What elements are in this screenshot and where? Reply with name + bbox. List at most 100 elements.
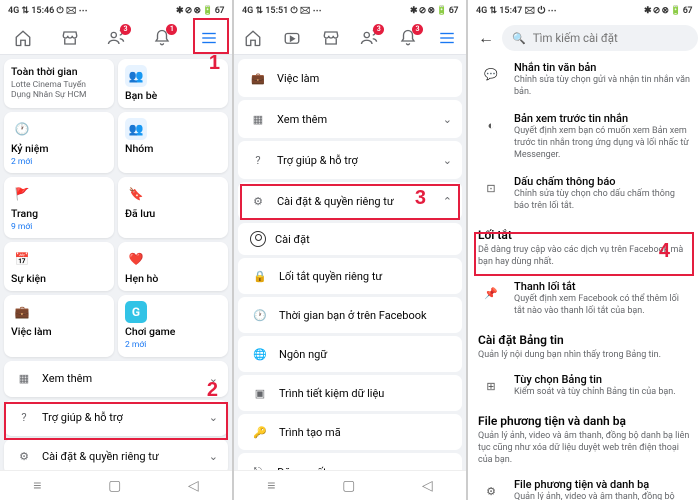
top-tabs: 3 1: [0, 22, 232, 55]
help-icon: ?: [248, 150, 268, 170]
card-jobs[interactable]: 💼 Việc làm: [4, 295, 114, 356]
status-right: ✱ ⊘ ⊗ 🔋 67: [644, 6, 692, 16]
key-icon: 🔑: [250, 422, 270, 442]
card-memories[interactable]: 🕐 Kỷ niệm 2 mới: [4, 112, 114, 173]
sub-privacy-shortcut[interactable]: 🔒 Lối tắt quyền riêng tư: [238, 258, 462, 294]
screen-2: 4G ⇅ 15:51 ⏻ 🖂 ⋯ ✱ ⊘ ⊗ 🔋 67 3 3 💼 Việc l…: [234, 0, 466, 500]
chevron-down-icon: ⌄: [443, 154, 452, 167]
screen-1: 4G ⇅ 15:46 ⏻ 🖂 ⋯ ✱ ⊘ ⊗ 🔋 67 3 1 1 Toàn t…: [0, 0, 232, 500]
jobs-icon: 💼: [248, 68, 268, 88]
setting-shortcut-bar[interactable]: 📌 Thanh lối tắt Quyết định xem Facebook …: [468, 273, 700, 324]
nav-menu-icon[interactable]: ≡: [267, 477, 275, 494]
bottom-nav: ≡ ▢ ◁: [234, 470, 466, 500]
nav-back-icon[interactable]: ◁: [422, 478, 433, 494]
globe-icon: 🌐: [250, 344, 270, 364]
notifications-tab[interactable]: 1: [151, 27, 173, 49]
sub-code-generator[interactable]: 🔑 Trình tạo mã: [238, 414, 462, 450]
logout-icon: ⎋: [248, 462, 268, 470]
chevron-down-icon: ⌄: [209, 411, 218, 424]
events-icon: 📅: [11, 248, 33, 270]
home-tab[interactable]: [242, 27, 264, 49]
row-help[interactable]: ? Trợ giúp & hỗ trợ ⌄: [238, 141, 462, 179]
marketplace-tab[interactable]: [59, 27, 81, 49]
setting-media-contacts[interactable]: ⚙ File phương tiện và danh bạ Quản lý ản…: [468, 471, 700, 500]
home-tab[interactable]: [12, 27, 34, 49]
nav-square-icon[interactable]: ▢: [342, 478, 355, 494]
notifications-tab[interactable]: 3: [397, 27, 419, 49]
card-saved[interactable]: 🔖 Đã lưu: [118, 177, 228, 238]
data-icon: ▣: [250, 383, 270, 403]
user-circle-icon: [250, 231, 266, 247]
search-icon: 🔍: [512, 32, 526, 45]
setting-msg-preview[interactable]: ◐ Bản xem trước tin nhắn Quyết định xem …: [468, 105, 700, 168]
card-job-detail[interactable]: Toàn thời gian Lotte Cinema Tuyển Dụng N…: [4, 59, 114, 108]
section-media-sub: Quản lý ảnh, video và âm thanh, đồng bộ …: [468, 431, 700, 471]
status-left: 4G ⇅ 15:51 ⏻ 🖂 ⋯: [242, 3, 322, 19]
friends-badge: 3: [120, 24, 131, 35]
status-bar: 4G ⇅ 15:46 ⏻ 🖂 ⋯ ✱ ⊘ ⊗ 🔋 67: [0, 0, 232, 22]
sub-language[interactable]: 🌐 Ngôn ngữ: [238, 336, 462, 372]
settings-content: 💬 Nhắn tin văn bản Chỉnh sửa tùy chọn gử…: [468, 54, 700, 500]
search-bar[interactable]: 🔍: [502, 25, 698, 51]
feed-icon: ⊞: [478, 373, 504, 399]
row-logout[interactable]: ⎋ Đăng xuất: [238, 453, 462, 470]
groups-icon: 👥: [125, 118, 147, 140]
friends-icon: 👥: [125, 65, 147, 87]
status-right: ✱ ⊘ ⊗ 🔋 67: [410, 6, 458, 16]
bell-badge: 3: [412, 24, 423, 35]
screen-3: 4G ⇅ 15:47 🖂 ⏻ ⋯ ✱ ⊘ ⊗ 🔋 67 ← 🔍 💬 Nhắn t…: [468, 0, 700, 500]
jobs-icon: 💼: [11, 301, 33, 323]
row-settings-privacy[interactable]: ⚙ Cài đặt & quyền riêng tư ⌄: [4, 439, 228, 470]
nav-back-icon[interactable]: ◁: [188, 478, 199, 494]
back-icon[interactable]: ←: [474, 28, 498, 48]
chevron-down-icon: ⌄: [209, 450, 218, 463]
gaming-icon: G: [125, 301, 147, 323]
status-left: 4G ⇅ 15:47 🖂 ⏻ ⋯: [476, 3, 557, 19]
help-icon: ?: [14, 408, 34, 428]
sub-time[interactable]: 🕐 Thời gian bạn ở trên Facebook: [238, 297, 462, 333]
marketplace-tab[interactable]: [320, 27, 342, 49]
dot-icon: ⊡: [478, 175, 504, 201]
row-jobs[interactable]: 💼 Việc làm: [238, 59, 462, 97]
bell-badge: 1: [166, 24, 177, 35]
search-input[interactable]: [533, 31, 688, 45]
friends-tab[interactable]: 3: [105, 27, 127, 49]
dating-icon: ❤️: [125, 248, 147, 270]
row-see-more[interactable]: ▦ Xem thêm ⌄: [238, 100, 462, 138]
friends-tab[interactable]: 3: [358, 27, 380, 49]
setting-feed-prefs[interactable]: ⊞ Tùy chọn Bảng tin Kiểm soát và tùy chỉ…: [468, 366, 700, 406]
card-gaming[interactable]: G Chơi game 2 mới: [118, 295, 228, 356]
menu-tab[interactable]: [198, 27, 220, 49]
chevron-down-icon: ⌄: [443, 113, 452, 126]
friends-badge: 3: [373, 24, 384, 35]
card-dating[interactable]: ❤️ Hẹn hò: [118, 242, 228, 291]
setting-text-msg[interactable]: 💬 Nhắn tin văn bản Chỉnh sửa tùy chọn gử…: [468, 54, 700, 105]
lock-icon: 🔒: [250, 266, 270, 286]
gear-icon: ⚙: [14, 447, 34, 467]
row-see-more[interactable]: ▦ Xem thêm ⌄: [4, 361, 228, 397]
saved-icon: 🔖: [125, 183, 147, 205]
nav-square-icon[interactable]: ▢: [108, 478, 121, 494]
section-shortcuts-sub: Dễ dàng truy cập vào các dịch vụ trên Fa…: [468, 245, 700, 273]
sub-settings[interactable]: Cài đặt: [238, 223, 462, 255]
menu-tab[interactable]: [436, 27, 458, 49]
nav-menu-icon[interactable]: ≡: [33, 477, 41, 494]
menu-content: 💼 Việc làm ▦ Xem thêm ⌄ ? Trợ giúp & hỗ …: [234, 55, 466, 470]
setting-notification-dot[interactable]: ⊡ Dấu chấm thông báo Chỉnh sửa tùy chọn …: [468, 168, 700, 219]
card-groups[interactable]: 👥 Nhóm: [118, 112, 228, 173]
row-help[interactable]: ? Trợ giúp & hỗ trợ ⌄: [4, 400, 228, 436]
memories-icon: 🕐: [11, 118, 33, 140]
card-pages[interactable]: 🚩 Trang 9 mới: [4, 177, 114, 238]
sub-data-saver[interactable]: ▣ Trình tiết kiệm dữ liệu: [238, 375, 462, 411]
section-media-title: File phương tiện và danh bạ: [468, 406, 700, 431]
watch-tab[interactable]: [281, 27, 303, 49]
status-right: ✱ ⊘ ⊗ 🔋 67: [176, 6, 224, 16]
card-events[interactable]: 📅 Sự kiện: [4, 242, 114, 291]
gear-icon: ⚙: [248, 191, 268, 211]
card-friends[interactable]: 👥 Bạn bè: [118, 59, 228, 108]
section-feed-title: Cài đặt Bảng tin: [468, 325, 700, 350]
pages-icon: 🚩: [11, 183, 33, 205]
chevron-down-icon: ⌄: [209, 372, 218, 385]
row-settings-privacy[interactable]: ⚙ Cài đặt & quyền riêng tư ⌃: [238, 182, 462, 220]
section-feed-sub: Quản lý nội dung bạn nhìn thấy trong Bản…: [468, 350, 700, 367]
